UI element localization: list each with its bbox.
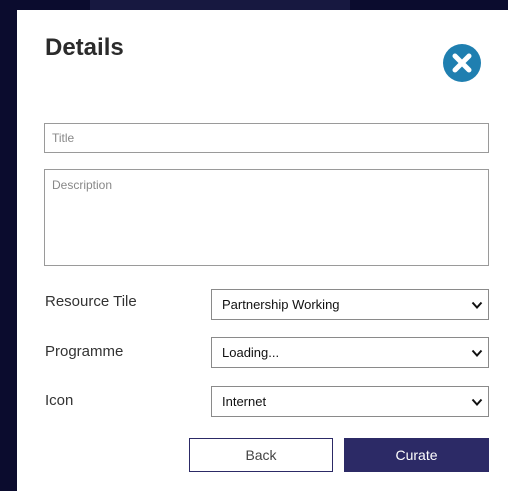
icon-select[interactable]: Internet	[211, 386, 489, 417]
chevron-down-icon	[471, 301, 483, 309]
icon-label: Icon	[45, 392, 74, 409]
resource-tile-selected-value: Partnership Working	[222, 297, 340, 312]
programme-select[interactable]: Loading...	[211, 337, 489, 368]
background-page-strip	[90, 0, 350, 10]
details-modal: Details Resource Tile Partnership Workin…	[17, 10, 508, 491]
programme-selected-value: Loading...	[222, 345, 280, 360]
description-textarea[interactable]	[44, 169, 489, 266]
programme-label: Programme	[45, 343, 124, 360]
modal-title: Details	[45, 34, 124, 61]
title-input[interactable]	[44, 123, 489, 153]
chevron-down-icon	[471, 398, 483, 406]
resource-tile-select[interactable]: Partnership Working	[211, 289, 489, 320]
chevron-down-icon	[471, 349, 483, 357]
close-icon	[452, 53, 472, 73]
back-button[interactable]: Back	[189, 438, 333, 472]
close-button[interactable]	[443, 44, 481, 82]
icon-selected-value: Internet	[222, 394, 267, 409]
resource-tile-label: Resource Tile	[45, 293, 137, 310]
curate-button[interactable]: Curate	[344, 438, 489, 472]
